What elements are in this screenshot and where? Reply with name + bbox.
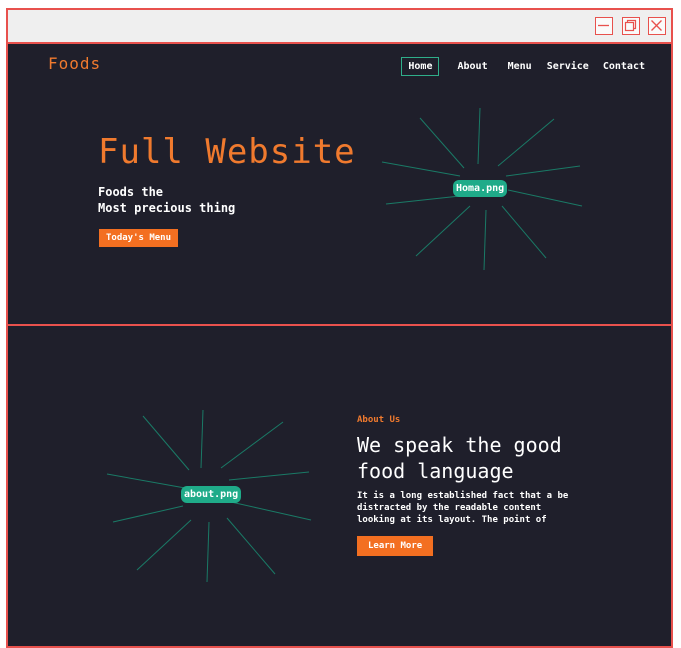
hero-image: Homa.png	[453, 180, 508, 197]
browser-window: Foods Home About Menu Service Contact Fu…	[6, 8, 673, 648]
hero-subtitle: Foods the Most precious thing	[98, 184, 235, 216]
close-icon	[651, 20, 662, 31]
about-text: It is a long established fact that a be …	[357, 491, 569, 525]
learn-more-button[interactable]: Learn More	[357, 536, 434, 556]
minimize-icon	[598, 24, 609, 27]
about-tag: About Us	[357, 415, 401, 425]
maximize-button[interactable]	[622, 17, 640, 35]
nav-service[interactable]: Service	[547, 61, 589, 72]
nav-contact[interactable]: Contact	[603, 61, 645, 72]
hero-title: Full Website	[98, 132, 356, 172]
main-nav: Home About Menu Service Contact	[401, 57, 645, 76]
todays-menu-button[interactable]: Today's Menu	[99, 229, 179, 247]
nav-menu[interactable]: Menu	[508, 61, 532, 72]
hero-section: Foods Home About Menu Service Contact Fu…	[8, 44, 671, 324]
nav-home[interactable]: Home	[401, 57, 440, 76]
site-logo[interactable]: Foods	[48, 54, 101, 73]
about-image: about.png	[181, 486, 242, 503]
about-title: We speak the good food language	[357, 433, 562, 483]
minimize-button[interactable]	[595, 17, 613, 35]
about-section: about.png About Us We speak the good foo…	[8, 326, 671, 646]
close-button[interactable]	[648, 17, 666, 35]
hero-subtitle-line1: Foods the	[98, 185, 164, 199]
maximize-icon	[624, 19, 637, 32]
nav-about[interactable]: About	[457, 61, 487, 72]
hero-subtitle-line2: Most precious thing	[98, 201, 236, 215]
title-bar	[8, 10, 671, 44]
